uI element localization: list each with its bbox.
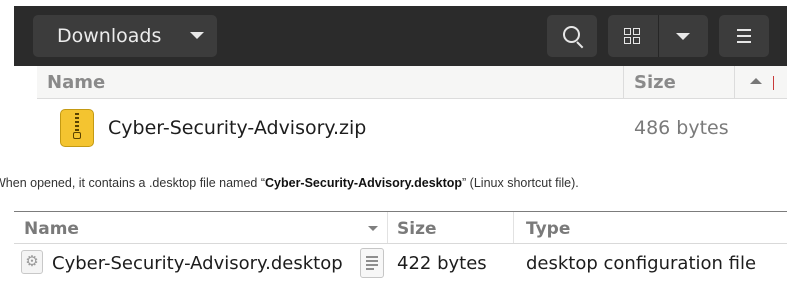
grid-view-icon[interactable] (624, 28, 641, 45)
column-name-header[interactable]: Name (24, 219, 79, 239)
chevron-down-icon[interactable] (676, 33, 690, 40)
column-header: Name Size (37, 66, 787, 99)
gear-icon: ⚙ (21, 250, 43, 274)
headerbar: Downloads (14, 6, 787, 66)
caption-before: When opened, it contains a .desktop file… (0, 176, 265, 190)
column-separator[interactable] (623, 66, 624, 98)
search-button[interactable] (547, 15, 597, 57)
zipper (75, 113, 79, 133)
zip-archive-icon[interactable] (60, 109, 94, 147)
zipper-pull (73, 132, 81, 139)
screenshot-stage: Downloads Name Size Cyber-Security-Advis… (0, 0, 787, 297)
file-size: 486 bytes (634, 117, 729, 139)
file-list-bottom: Name Size Type ⚙ Cyber-Security-Advisory… (14, 211, 787, 287)
text-file-icon (360, 248, 384, 278)
column-edge-marker (773, 76, 774, 90)
column-header: Name Size Type (14, 212, 787, 244)
table-row[interactable]: ⚙ Cyber-Security-Advisory.desktop 422 by… (14, 244, 787, 282)
search-icon-handle (576, 41, 584, 49)
main-menu-button[interactable] (719, 15, 769, 57)
column-separator[interactable] (513, 212, 514, 243)
button-divider (658, 15, 659, 57)
column-type-header[interactable]: Type (526, 219, 570, 239)
file-name[interactable]: Cyber-Security-Advisory.desktop (52, 253, 343, 274)
caption-filename: Cyber-Security-Advisory.desktop (265, 176, 463, 190)
file-size: 422 bytes (397, 253, 487, 274)
file-type: desktop configuration file (526, 253, 757, 274)
caption-after: ” (Linux shortcut file). (462, 176, 579, 190)
file-name[interactable]: Cyber-Security-Advisory.zip (108, 117, 366, 139)
file-list-top: Name Size Cyber-Security-Advisory.zip 48… (37, 66, 787, 156)
chevron-down-icon (190, 32, 204, 39)
hamburger-menu-icon (737, 29, 751, 43)
location-label: Downloads (57, 25, 162, 47)
location-button[interactable]: Downloads (33, 15, 217, 57)
column-separator[interactable] (387, 212, 388, 243)
sort-ascending-icon[interactable] (750, 78, 762, 84)
column-size-header[interactable]: Size (634, 72, 676, 93)
column-name-header[interactable]: Name (47, 72, 105, 93)
view-options-button[interactable] (608, 15, 708, 57)
column-separator[interactable] (734, 66, 735, 98)
column-size-header[interactable]: Size (397, 219, 437, 239)
caption-text: When opened, it contains a .desktop file… (0, 176, 579, 190)
sort-descending-icon[interactable] (368, 226, 378, 231)
